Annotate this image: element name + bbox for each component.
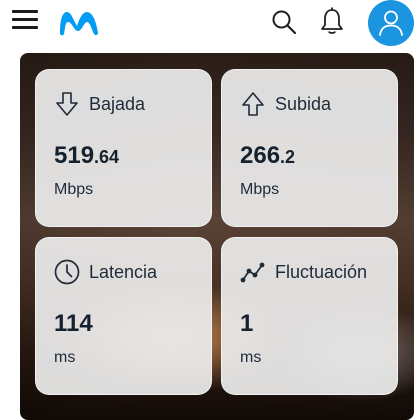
download-label: Bajada (89, 94, 146, 114)
jitter-unit: ms (240, 349, 262, 366)
jitter-value: 1 (240, 310, 254, 337)
upload-card: Subida 266.2 Mbps (221, 69, 398, 227)
upload-arrow-icon (242, 92, 264, 116)
download-unit: Mbps (54, 181, 94, 198)
latency-value: 114 (54, 310, 93, 337)
movistar-logo[interactable] (56, 6, 102, 38)
top-app-bar (0, 0, 420, 48)
upload-label: Subida (275, 94, 332, 114)
download-card: Bajada 519.64 Mbps (35, 69, 212, 227)
latency-unit: ms (54, 349, 76, 366)
search-icon[interactable] (270, 8, 298, 36)
bell-icon[interactable] (318, 6, 346, 36)
latency-label: Latencia (89, 262, 158, 282)
latency-card: Latencia 114 ms (35, 237, 212, 395)
user-icon (379, 10, 403, 36)
upload-value: 266.2 (240, 142, 296, 169)
download-arrow-icon (56, 92, 78, 116)
clock-icon (54, 259, 80, 285)
jitter-label: Fluctuación (275, 262, 368, 282)
hamburger-menu-icon[interactable] (12, 8, 40, 32)
download-value: 519.64 (54, 142, 120, 169)
line-chart-icon (240, 262, 265, 283)
account-avatar-button[interactable] (368, 0, 414, 46)
upload-unit: Mbps (240, 181, 280, 198)
jitter-card: Fluctuación 1 ms (221, 237, 398, 395)
